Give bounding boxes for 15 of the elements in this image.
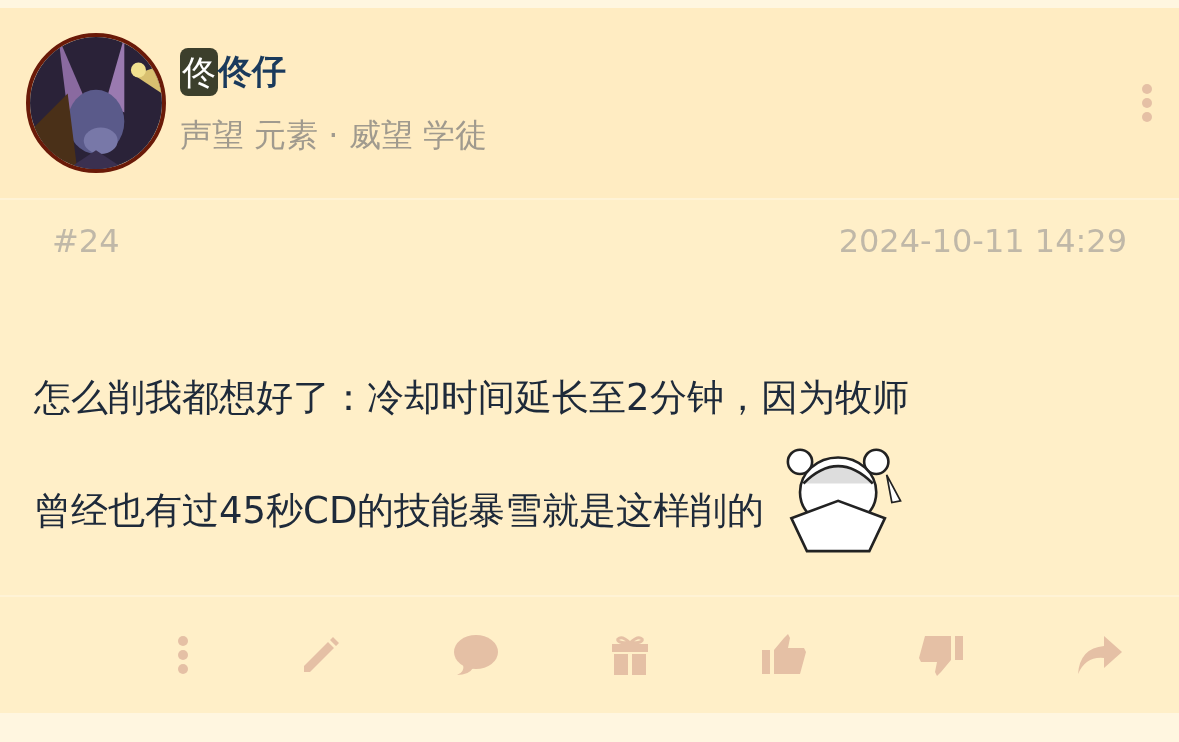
gift-icon[interactable] bbox=[612, 635, 649, 675]
more-icon[interactable] bbox=[176, 636, 189, 674]
comment-icon[interactable] bbox=[453, 634, 500, 676]
post-time: 2024-10-11 14:29 bbox=[838, 222, 1127, 260]
floor-number: #24 bbox=[52, 222, 120, 260]
user-badge: 佟 bbox=[180, 48, 218, 96]
user-meta: 声望 元素 · 威望 学徒 bbox=[180, 115, 488, 156]
thumbs-up-icon[interactable] bbox=[761, 634, 806, 676]
more-icon[interactable] bbox=[1141, 84, 1153, 122]
share-icon[interactable] bbox=[1076, 636, 1123, 674]
thumbs-down-icon[interactable] bbox=[919, 634, 964, 676]
pencil-icon[interactable] bbox=[301, 636, 340, 674]
post-text: 怎么削我都想好了：冷却时间延长至2分钟，因为牧师 bbox=[34, 375, 910, 421]
username[interactable]: 佟仔 bbox=[218, 49, 286, 95]
post-text: 曾经也有过45秒CD的技能暴雪就是这样削的 bbox=[34, 488, 765, 534]
